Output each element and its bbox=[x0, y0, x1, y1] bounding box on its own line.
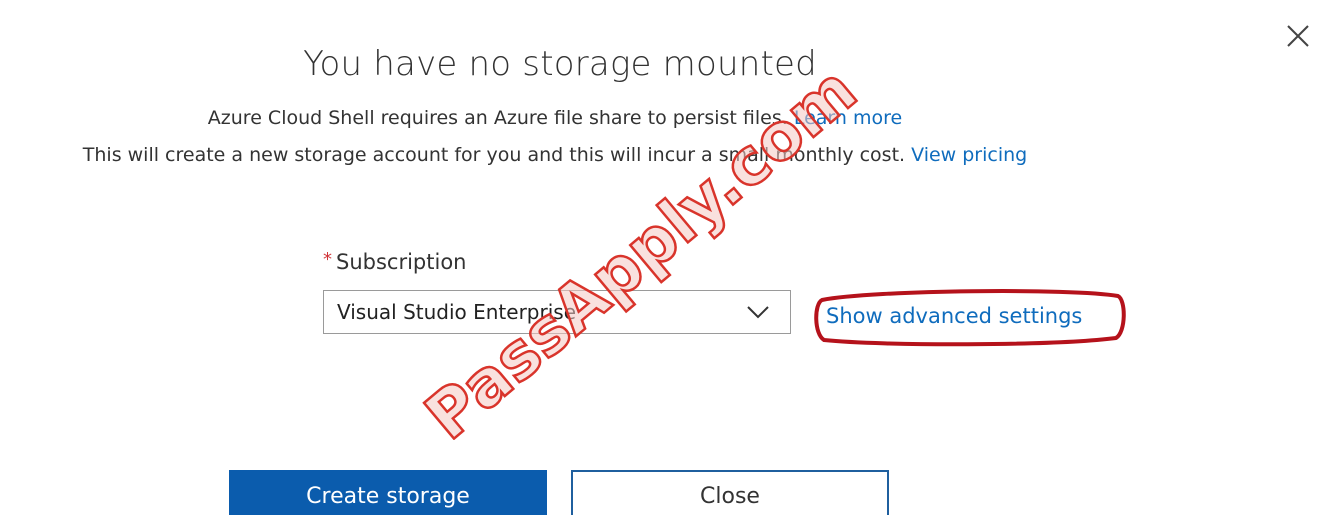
cloud-shell-storage-dialog: You have no storage mounted Azure Cloud … bbox=[0, 0, 1327, 515]
description-line-2: This will create a new storage account f… bbox=[0, 144, 1110, 166]
subscription-selected-value: Visual Studio Enterprise bbox=[337, 300, 577, 324]
description-text-2: This will create a new storage account f… bbox=[82, 144, 906, 166]
description-line-1: Azure Cloud Shell requires an Azure file… bbox=[0, 107, 1110, 129]
description-text-1: Azure Cloud Shell requires an Azure file… bbox=[207, 107, 788, 129]
show-advanced-settings-link[interactable]: Show advanced settings bbox=[826, 304, 1082, 328]
view-pricing-link[interactable]: View pricing bbox=[911, 144, 1027, 166]
required-marker: * bbox=[323, 249, 332, 270]
chevron-down-icon bbox=[747, 306, 769, 319]
create-storage-button[interactable]: Create storage bbox=[229, 470, 547, 515]
subscription-label: * Subscription bbox=[323, 249, 466, 274]
dialog-title: You have no storage mounted bbox=[303, 44, 817, 84]
close-icon[interactable] bbox=[1284, 22, 1312, 50]
subscription-label-text: Subscription bbox=[336, 250, 467, 274]
learn-more-link[interactable]: Learn more bbox=[794, 107, 902, 129]
close-button[interactable]: Close bbox=[571, 470, 889, 515]
subscription-select[interactable]: Visual Studio Enterprise bbox=[323, 290, 791, 334]
